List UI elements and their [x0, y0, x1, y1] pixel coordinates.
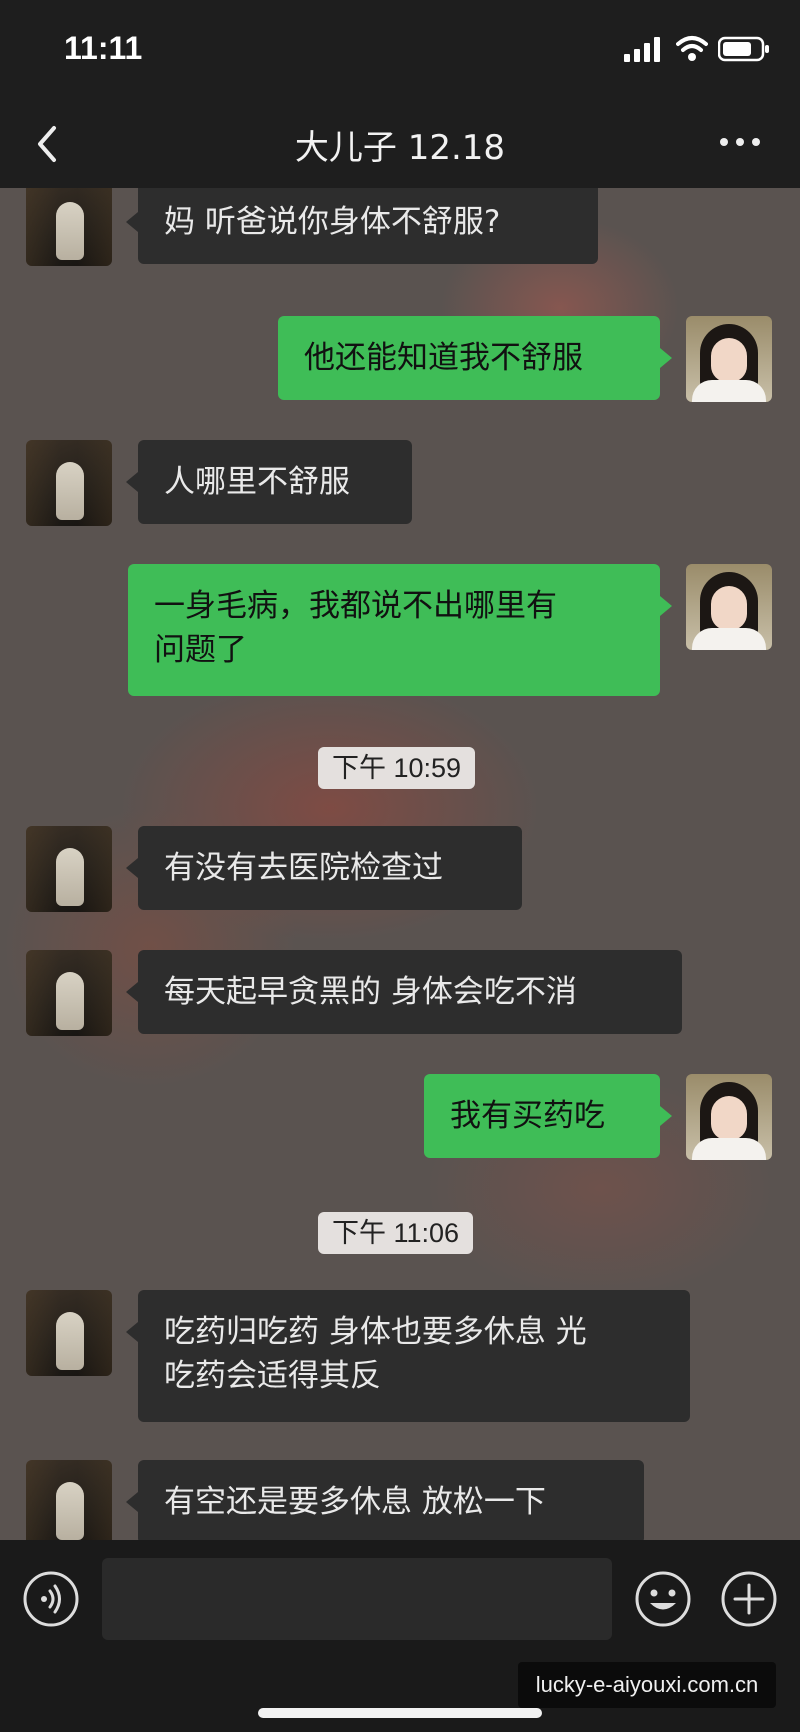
- chat-title: 大儿子 12.18: [294, 128, 506, 168]
- contact-avatar[interactable]: [26, 1290, 112, 1376]
- user-avatar[interactable]: [686, 1074, 772, 1160]
- message-bubble-incoming[interactable]: 有空还是要多休息 放松一下: [126, 1460, 644, 1540]
- message-bubble-incoming[interactable]: 人哪里不舒服: [126, 440, 412, 524]
- contact-avatar[interactable]: [26, 950, 112, 1036]
- contact-avatar[interactable]: [26, 440, 112, 526]
- message-bubble-outgoing[interactable]: 他还能知道我不舒服: [278, 316, 672, 400]
- message-bubble-outgoing[interactable]: 一身毛病，我都说不出哪里有 问题了: [128, 564, 672, 696]
- message-bubble-incoming[interactable]: 吃药归吃药 身体也要多休息 光 吃药会适得其反: [126, 1290, 690, 1422]
- message-bubble-outgoing[interactable]: 我有买药吃: [424, 1074, 672, 1158]
- contact-avatar[interactable]: [26, 188, 112, 266]
- status-bar: 11:11: [0, 0, 800, 100]
- wifi-icon: [676, 36, 708, 61]
- watermark: lucky-e-aiyouxi.com.cn: [518, 1662, 776, 1708]
- timestamp: 下午 10:59: [318, 747, 476, 789]
- contact-avatar[interactable]: [26, 1460, 112, 1540]
- message-input[interactable]: [102, 1558, 612, 1640]
- voice-icon[interactable]: [22, 1570, 80, 1628]
- nav-bar: 大儿子 12.18: [0, 100, 800, 188]
- battery-icon: [718, 36, 769, 62]
- message-bubble-incoming[interactable]: 妈 听爸说你身体不舒服?: [126, 188, 598, 264]
- user-avatar[interactable]: [686, 564, 772, 650]
- more-icon[interactable]: [718, 134, 762, 150]
- input-bar: lucky-e-aiyouxi.com.cn: [0, 1540, 800, 1732]
- message-bubble-incoming[interactable]: 有没有去医院检查过: [126, 826, 522, 910]
- message-bubble-incoming[interactable]: 每天起早贪黑的 身体会吃不消: [126, 950, 682, 1034]
- contact-avatar[interactable]: [26, 826, 112, 912]
- emoji-icon[interactable]: [634, 1570, 692, 1628]
- home-indicator: [258, 1708, 542, 1718]
- signal-icon: [624, 37, 660, 62]
- timestamp: 下午 11:06: [318, 1212, 474, 1254]
- chat-area: 妈 听爸说你身体不舒服? 他还能知道我不舒服 人哪里不舒服 一身毛病，我都说不出…: [0, 188, 800, 1540]
- user-avatar[interactable]: [686, 316, 772, 402]
- status-time: 11:11: [64, 30, 143, 66]
- plus-icon[interactable]: [720, 1570, 778, 1628]
